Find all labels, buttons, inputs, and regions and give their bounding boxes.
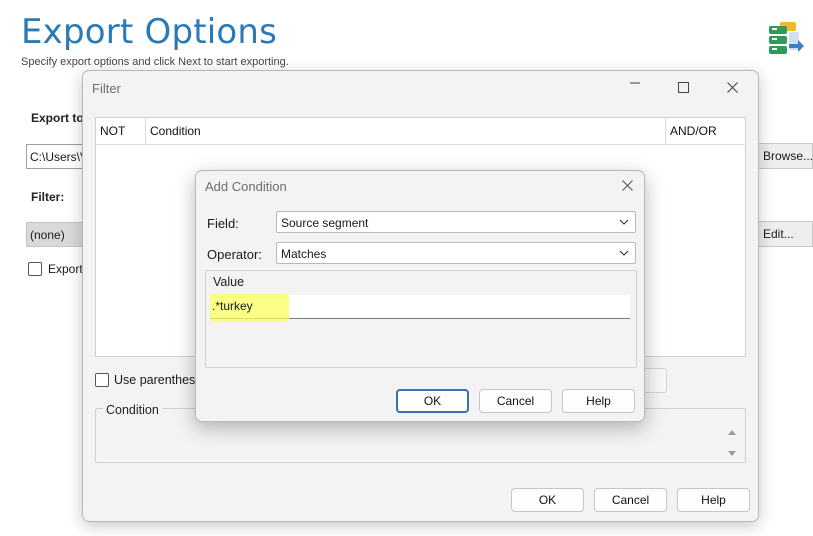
filter-dialog-title: Filter [92, 81, 121, 96]
export-checkbox-label: Export [48, 262, 83, 276]
add-ok-button[interactable]: OK [396, 389, 469, 413]
operator-select[interactable]: Matches [276, 242, 636, 264]
use-parentheses-checkbox[interactable] [95, 373, 109, 387]
close-icon[interactable] [727, 80, 738, 96]
page-subtitle: Specify export options and click Next to… [21, 56, 289, 68]
operator-label: Operator: [207, 247, 262, 262]
field-select[interactable]: Source segment [276, 211, 636, 233]
chevron-down-icon [619, 246, 629, 260]
hidden-button-edge [645, 368, 667, 393]
minimize-icon[interactable] [629, 77, 641, 92]
value-input-text: .*turkey [212, 299, 253, 313]
browse-button[interactable]: Browse... [756, 143, 813, 169]
scroll-up-icon[interactable] [727, 425, 737, 439]
add-cancel-button[interactable]: Cancel [479, 389, 552, 413]
condition-legend: Condition [103, 403, 162, 417]
column-header-not[interactable]: NOT [96, 118, 146, 145]
filter-label: Filter: [31, 190, 65, 204]
export-path-field[interactable]: C:\Users\V [26, 144, 86, 169]
maximize-icon[interactable] [678, 80, 689, 96]
use-parentheses-label: Use parenthes [114, 373, 196, 387]
operator-select-value: Matches [281, 247, 327, 261]
value-legend: Value [210, 275, 248, 289]
scroll-down-icon[interactable] [727, 447, 737, 461]
column-header-condition[interactable]: Condition [146, 118, 666, 145]
filter-help-button[interactable]: Help [677, 488, 750, 512]
export-to-label: Export to [31, 111, 84, 125]
field-select-value: Source segment [281, 216, 369, 230]
field-label: Field: [207, 216, 239, 231]
column-header-and-or[interactable]: AND/OR [666, 118, 746, 145]
page-title: Export Options [21, 12, 278, 52]
filter-value-field[interactable]: (none) [26, 222, 86, 247]
app-logo-icon [767, 20, 805, 58]
add-condition-title: Add Condition [205, 179, 287, 194]
close-icon[interactable] [622, 180, 633, 194]
add-condition-dialog: Add Condition Field: Source segment Oper… [195, 170, 645, 422]
edit-filter-button[interactable]: Edit... [756, 221, 813, 247]
filter-cancel-button[interactable]: Cancel [594, 488, 667, 512]
add-help-button[interactable]: Help [562, 389, 635, 413]
filter-ok-button[interactable]: OK [511, 488, 584, 512]
chevron-down-icon [619, 215, 629, 229]
export-checkbox[interactable] [28, 262, 42, 276]
